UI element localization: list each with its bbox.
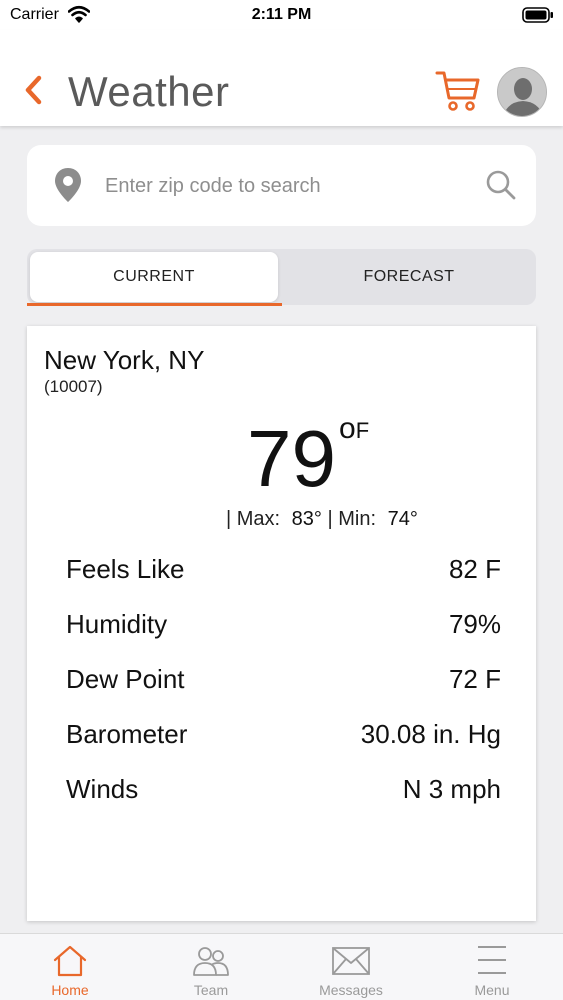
envelope-icon bbox=[332, 947, 370, 975]
weather-tabs: CURRENT FORECAST bbox=[27, 249, 536, 305]
min-value: 74° bbox=[387, 508, 418, 530]
detail-label: Barometer bbox=[66, 719, 188, 749]
detail-value: N 3 mph bbox=[402, 774, 501, 804]
page-title: Weather bbox=[68, 68, 230, 115]
degree-symbol: o bbox=[339, 412, 356, 445]
min-label: | Min: bbox=[327, 508, 377, 530]
location-pin-icon bbox=[53, 167, 83, 208]
tabbar-item-team[interactable]: Team bbox=[141, 934, 281, 1000]
status-bar: Carrier 2:11 PM bbox=[0, 0, 563, 30]
detail-row-winds: Winds N 3 mph bbox=[66, 774, 501, 814]
shopping-cart-icon bbox=[435, 71, 480, 111]
tabbar-item-menu[interactable]: Menu bbox=[422, 934, 562, 1000]
temperature-display: 79 oF bbox=[247, 404, 369, 514]
user-avatar-icon bbox=[498, 68, 546, 116]
temperature-value: 79 bbox=[247, 414, 336, 503]
battery-icon bbox=[522, 7, 554, 28]
avatar[interactable] bbox=[497, 67, 547, 117]
app-header: Weather bbox=[0, 30, 563, 126]
status-time: 2:11 PM bbox=[251, 6, 312, 23]
tab-forecast[interactable]: FORECAST bbox=[285, 252, 533, 302]
detail-value: 82 F bbox=[448, 554, 501, 584]
max-min-temperature: | Max: 83° | Min: 74° bbox=[226, 508, 418, 531]
unit-letter: F bbox=[355, 418, 370, 443]
bottom-tab-bar: Home Team Messages Menu bbox=[0, 933, 563, 1000]
city-name: New York, NY bbox=[44, 345, 205, 375]
current-weather-card: New York, NY (10007) 79 oF | Max: 83° | … bbox=[27, 326, 536, 921]
tab-current[interactable]: CURRENT bbox=[30, 252, 278, 302]
detail-row-humidity: Humidity 79% bbox=[66, 609, 501, 649]
detail-value: 72 F bbox=[448, 664, 501, 694]
detail-row-dew-point: Dew Point 72 F bbox=[66, 664, 501, 704]
hamburger-menu-icon bbox=[478, 946, 506, 974]
tabbar-item-messages[interactable]: Messages bbox=[281, 934, 421, 1000]
zip-search-bar bbox=[27, 145, 536, 226]
max-value: 83° bbox=[291, 508, 322, 530]
active-tab-indicator bbox=[27, 303, 282, 306]
tabbar-label: Team bbox=[193, 982, 229, 998]
detail-value: 30.08 in. Hg bbox=[360, 719, 501, 749]
detail-row-barometer: Barometer 30.08 in. Hg bbox=[66, 719, 501, 759]
cart-button[interactable] bbox=[434, 67, 482, 115]
tabbar-label: Menu bbox=[474, 982, 510, 998]
tabbar-label: Home bbox=[51, 982, 89, 998]
tabbar-label: Messages bbox=[319, 982, 383, 998]
team-icon bbox=[193, 947, 229, 976]
max-label: | Max: bbox=[226, 508, 281, 530]
back-button[interactable] bbox=[20, 72, 48, 108]
chevron-left-icon bbox=[25, 75, 42, 105]
detail-row-feels-like: Feels Like 82 F bbox=[66, 554, 501, 594]
temperature-unit: oF bbox=[339, 412, 370, 452]
detail-label: Winds bbox=[66, 774, 139, 804]
zip-search-input[interactable] bbox=[105, 167, 465, 205]
home-icon bbox=[53, 945, 87, 977]
zip-code: (10007) bbox=[44, 377, 103, 396]
tabbar-item-home[interactable]: Home bbox=[0, 934, 140, 1000]
detail-label: Humidity bbox=[66, 609, 168, 639]
detail-value: 79% bbox=[448, 609, 501, 639]
detail-label: Dew Point bbox=[66, 664, 185, 694]
detail-label: Feels Like bbox=[66, 554, 185, 584]
search-icon[interactable] bbox=[485, 169, 517, 206]
